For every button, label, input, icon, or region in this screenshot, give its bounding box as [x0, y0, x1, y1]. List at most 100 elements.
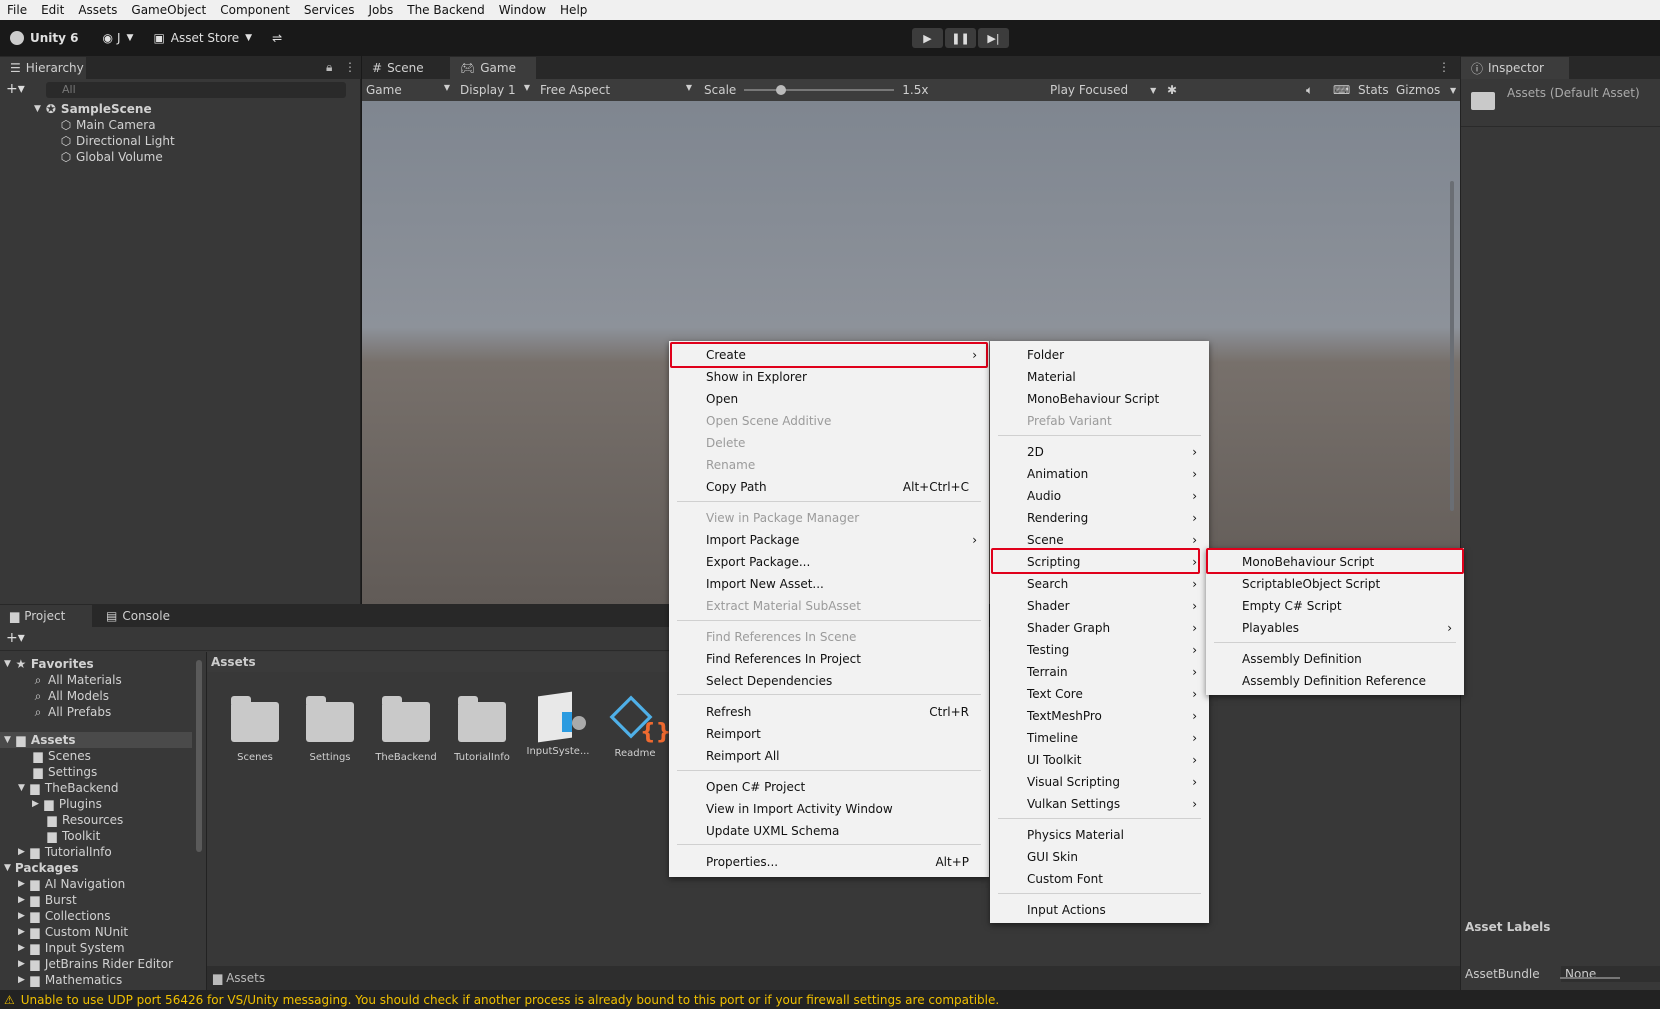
account-button[interactable]: ◉ J ▼: [103, 31, 134, 45]
folder-row[interactable]: ▶ ▆ Plugins: [32, 796, 102, 812]
menu-item-monobehaviour-script[interactable]: MonoBehaviour Script: [990, 388, 1209, 410]
menu-item-find-references-in-project[interactable]: Find References In Project: [669, 648, 989, 670]
menu-item-empty-c-script[interactable]: Empty C# Script: [1206, 595, 1464, 617]
menu-item-open-c-project[interactable]: Open C# Project: [669, 776, 989, 798]
menu-item-refresh[interactable]: Refresh Ctrl+R: [669, 701, 989, 723]
folder-row[interactable]: ▆ Toolkit: [46, 828, 100, 844]
menu-item-export-package[interactable]: Export Package...: [669, 551, 989, 573]
step-button[interactable]: ▶|: [978, 28, 1009, 48]
menu-file[interactable]: File: [0, 0, 34, 20]
lock-icon[interactable]: 🔒︎: [326, 60, 332, 75]
asset-folder-scenes[interactable]: Scenes: [220, 696, 290, 763]
menu-jobs[interactable]: Jobs: [362, 0, 401, 20]
unity-version-button[interactable]: Unity 6: [10, 31, 79, 45]
menu-item-animation[interactable]: Animation ›: [990, 463, 1209, 485]
menu-item-copy-path[interactable]: Copy Path Alt+Ctrl+C: [669, 476, 989, 498]
menu-item-shader-graph[interactable]: Shader Graph ›: [990, 617, 1209, 639]
menu-item-custom-font[interactable]: Custom Font: [990, 868, 1209, 890]
menu-item-open[interactable]: Open: [669, 388, 989, 410]
assetbundle-dropdown[interactable]: None: [1561, 966, 1660, 982]
create-asset-button[interactable]: +▾: [6, 630, 25, 646]
menu-item-2d[interactable]: 2D ›: [990, 441, 1209, 463]
menu-item-search[interactable]: Search ›: [990, 573, 1209, 595]
play-button[interactable]: ▶: [912, 28, 943, 48]
menu-item-import-package[interactable]: Import Package ›: [669, 529, 989, 551]
menu-item-show-in-explorer[interactable]: Show in Explorer: [669, 366, 989, 388]
menu-window[interactable]: Window: [492, 0, 553, 20]
folder-row[interactable]: ▶ ▆ TutorialInfo: [18, 844, 112, 860]
tab-scene[interactable]: # Scene: [362, 57, 434, 79]
menu-help[interactable]: Help: [553, 0, 594, 20]
scale-slider[interactable]: [744, 85, 895, 95]
menu-item-material[interactable]: Material: [990, 366, 1209, 388]
package-row[interactable]: ▶ ▆ Burst: [18, 892, 77, 908]
menu-item-input-actions[interactable]: Input Actions: [990, 899, 1209, 921]
menu-item-folder[interactable]: Folder: [990, 344, 1209, 366]
asset-store-button[interactable]: ▣ Asset Store ▼: [153, 31, 252, 45]
menu-item-playables[interactable]: Playables ›: [1206, 617, 1464, 639]
more-options-icon[interactable]: ⋮: [1438, 60, 1450, 74]
package-row[interactable]: ▶ ▆ Input System: [18, 940, 125, 956]
menu-services[interactable]: Services: [297, 0, 362, 20]
folder-row[interactable]: ▆ Scenes: [32, 748, 90, 764]
menu-item-reimport-all[interactable]: Reimport All: [669, 745, 989, 767]
gizmos-button[interactable]: Gizmos: [1396, 83, 1440, 97]
tab-inspector[interactable]: ⓘ Inspector: [1461, 57, 1569, 79]
menu-item-timeline[interactable]: Timeline ›: [990, 727, 1209, 749]
menu-item-update-uxml-schema[interactable]: Update UXML Schema: [669, 820, 989, 842]
asset-input-system[interactable]: InputSyste...: [523, 691, 593, 757]
menu-item-shader[interactable]: Shader ›: [990, 595, 1209, 617]
folder-row[interactable]: ▼ ▆ TheBackend: [18, 780, 119, 796]
chevron-down-icon[interactable]: ▼: [1450, 86, 1456, 95]
menu-item-assembly-definition-reference[interactable]: Assembly Definition Reference: [1206, 670, 1464, 692]
favorite-item[interactable]: ⌕ All Materials: [32, 672, 122, 688]
menu-item-gui-skin[interactable]: GUI Skin: [990, 846, 1209, 868]
version-control-icon[interactable]: ⇌: [272, 31, 282, 45]
assets-root-row[interactable]: ▼ ▆ Assets: [4, 732, 76, 748]
tab-hierarchy[interactable]: ☰ Hierarchy: [0, 57, 86, 79]
menu-the-backend[interactable]: The Backend: [400, 0, 491, 20]
menu-component[interactable]: Component: [213, 0, 297, 20]
expand-icon[interactable]: ▶: [18, 879, 25, 889]
menu-edit[interactable]: Edit: [34, 0, 71, 20]
menu-item-import-new-asset[interactable]: Import New Asset...: [669, 573, 989, 595]
menu-item-ui-toolkit[interactable]: UI Toolkit ›: [990, 749, 1209, 771]
menu-item-scriptableobject-script[interactable]: ScriptableObject Script: [1206, 573, 1464, 595]
hierarchy-item-global-volume[interactable]: ⬡ Global Volume: [60, 149, 163, 165]
packages-root-row[interactable]: ▼ Packages: [4, 860, 79, 876]
status-bar[interactable]: ⚠ Unable to use UDP port 56426 for VS/Un…: [0, 990, 1660, 1009]
menu-assets[interactable]: Assets: [71, 0, 124, 20]
menu-item-rendering[interactable]: Rendering ›: [990, 507, 1209, 529]
menu-item-terrain[interactable]: Terrain ›: [990, 661, 1209, 683]
bug-icon[interactable]: ✱: [1167, 83, 1177, 97]
expand-icon[interactable]: ▶: [18, 911, 25, 921]
aspect-dropdown[interactable]: Free Aspect ▼: [536, 83, 698, 97]
viewport-scrollbar[interactable]: [1450, 181, 1454, 511]
tree-scrollbar[interactable]: [196, 660, 202, 852]
tab-project[interactable]: ▆ Project: [0, 605, 92, 627]
menu-gameobject[interactable]: GameObject: [124, 0, 213, 20]
expand-icon[interactable]: ▶: [32, 799, 39, 809]
expand-icon[interactable]: ▼: [34, 104, 41, 114]
menu-item-view-in-import-activity-window[interactable]: View in Import Activity Window: [669, 798, 989, 820]
audio-mute-icon[interactable]: 🔈︎: [1306, 83, 1313, 98]
expand-icon[interactable]: ▶: [18, 943, 25, 953]
asset-readme[interactable]: {} Readme: [600, 694, 671, 759]
menu-item-audio[interactable]: Audio ›: [990, 485, 1209, 507]
asset-folder-tutorialinfo[interactable]: TutorialInfo: [447, 696, 517, 763]
menu-item-reimport[interactable]: Reimport: [669, 723, 989, 745]
menu-item-visual-scripting[interactable]: Visual Scripting ›: [990, 771, 1209, 793]
keyboard-icon[interactable]: ⌨: [1333, 83, 1350, 97]
expand-icon[interactable]: ▼: [4, 735, 11, 745]
package-row[interactable]: ▶ ▆ JetBrains Rider Editor: [18, 956, 173, 972]
menu-item-vulkan-settings[interactable]: Vulkan Settings ›: [990, 793, 1209, 815]
add-object-button[interactable]: +▾: [6, 81, 25, 97]
expand-icon[interactable]: ▶: [18, 847, 25, 857]
pause-button[interactable]: ❚❚: [945, 28, 976, 48]
expand-icon[interactable]: ▶: [18, 927, 25, 937]
package-row[interactable]: ▶ ▆ AI Navigation: [18, 876, 125, 892]
expand-icon[interactable]: ▶: [18, 895, 25, 905]
expand-icon[interactable]: ▶: [18, 959, 25, 969]
menu-item-physics-material[interactable]: Physics Material: [990, 824, 1209, 846]
game-mode-dropdown[interactable]: Game ▼: [362, 83, 456, 97]
